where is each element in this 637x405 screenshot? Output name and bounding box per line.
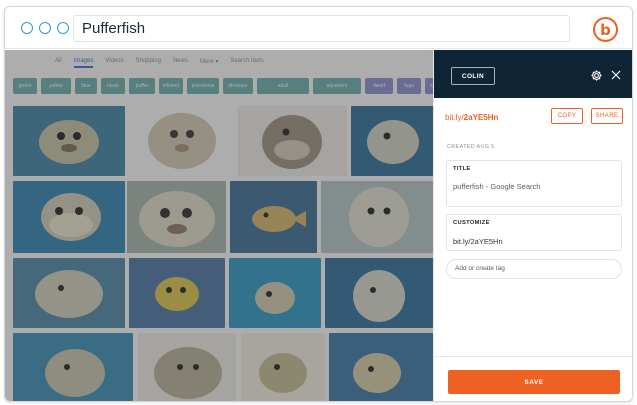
save-button[interactable]: SAVE [448,370,620,394]
short-link-code: 2aYE5Hn [463,113,499,122]
share-button[interactable]: SHARE [591,108,623,124]
customize-field[interactable]: CUSTOMIZE bit.ly/2aYE5Hn [446,214,622,251]
title-field-value[interactable]: pufferfish - Google Search [453,182,540,191]
window-dot-minimize[interactable] [39,22,51,34]
browser-toolbar: Pufferfish b [5,7,632,49]
address-bar[interactable]: Pufferfish [73,15,570,42]
customize-field-label: CUSTOMIZE [453,220,490,226]
close-icon[interactable] [610,69,622,81]
window-dot-maximize[interactable] [57,22,69,34]
gear-icon[interactable] [590,69,603,82]
tag-input[interactable]: Add or create tag [446,259,622,279]
title-field-label: TITLE [453,166,471,172]
window-controls [21,22,69,34]
google-images-page: All Images Videos Shopping News More ▾ Search … [5,50,433,401]
short-link-domain: bit.ly/ [445,113,464,122]
short-link[interactable]: bit.ly/2aYE5Hn [445,113,498,122]
page-dim-overlay[interactable] [5,50,433,401]
user-account-button[interactable]: COLIN [451,67,495,85]
browser-window: Pufferfish b All Images Videos Shopping News… [4,6,633,402]
panel-header: COLIN [434,50,632,98]
title-field[interactable]: TITLE pufferfish - Google Search [446,160,622,207]
bitly-logo-icon[interactable]: b [593,17,618,42]
bitly-panel: COLIN bit.ly/2aYE5Hn COPY SHARE CREATED … [433,50,632,401]
copy-button[interactable]: COPY [551,108,583,124]
panel-footer: SAVE [434,356,632,401]
customize-field-value[interactable]: bit.ly/2aYE5Hn [453,237,503,246]
window-dot-close[interactable] [21,22,33,34]
created-date: CREATED AUG 5 [447,144,495,150]
address-bar-text: Pufferfish [82,20,146,37]
bitly-logo-letter: b [600,20,611,39]
